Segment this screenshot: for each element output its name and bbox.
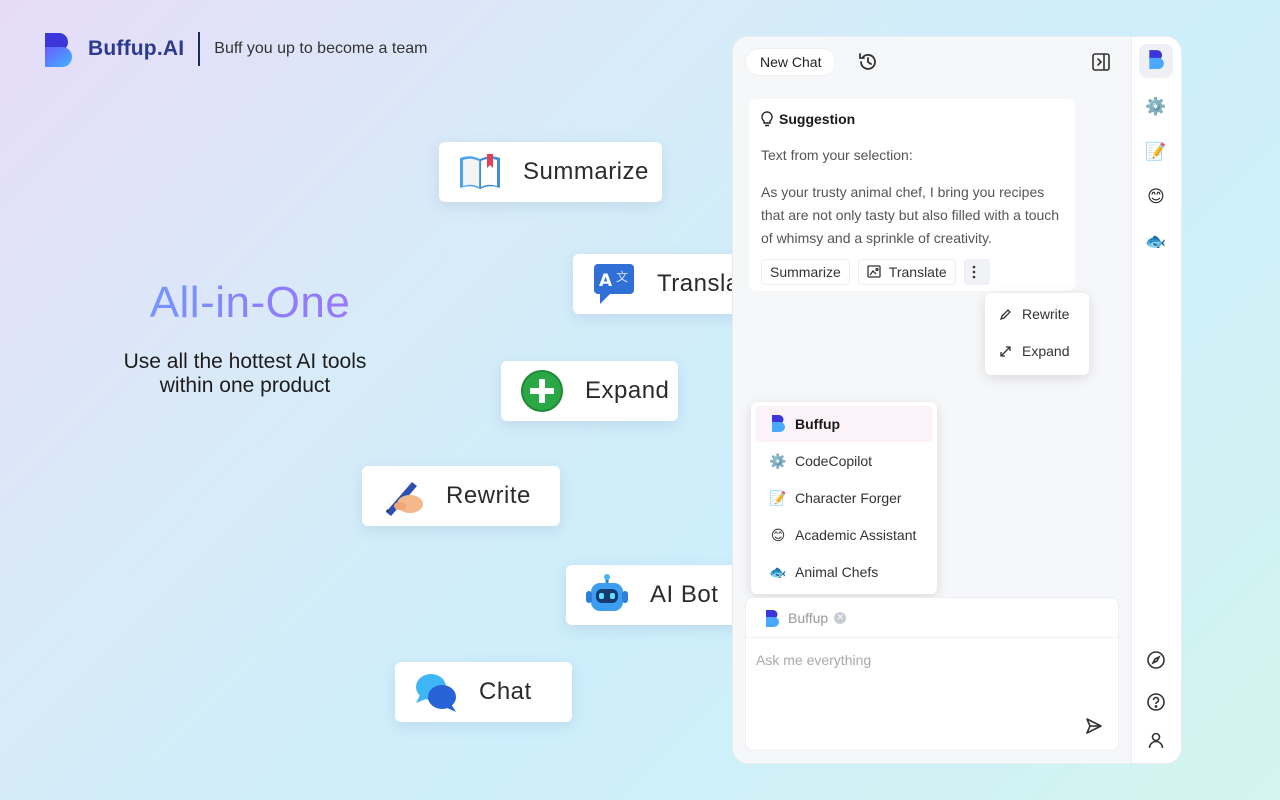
smile-icon: 😊	[770, 526, 786, 543]
open-book-icon	[457, 149, 503, 195]
suggestion-title: Suggestion	[779, 111, 856, 127]
bot-item-buffup[interactable]: Buffup	[755, 406, 933, 442]
feature-label: AI Bot	[650, 581, 719, 608]
hero-subtitle: Use all the hottest AI tools within one …	[0, 350, 490, 398]
new-chat-button[interactable]: New Chat	[745, 48, 837, 76]
memo-icon: 📝	[769, 489, 787, 506]
gear-icon: ⚙️	[1145, 97, 1167, 116]
rail-bot-buffup[interactable]	[1139, 44, 1173, 78]
translate-icon: A 文	[591, 261, 637, 307]
summarize-action-label: Summarize	[770, 264, 841, 280]
fish-icon: 🐟	[769, 563, 787, 580]
selected-bot-bar: Buffup ✕	[746, 598, 1118, 638]
bot-item-codecopilot[interactable]: ⚙️ CodeCopilot	[755, 443, 933, 479]
chat-composer: Buffup ✕	[745, 597, 1119, 751]
feature-card-chat[interactable]: Chat	[395, 662, 572, 722]
feature-card-ai-bot[interactable]: AI Bot	[566, 565, 747, 625]
brand-divider	[198, 32, 201, 66]
history-icon[interactable]	[857, 51, 879, 73]
more-vertical-icon	[972, 265, 975, 279]
suggestion-card: Suggestion Text from your selection: As …	[749, 99, 1075, 291]
hero-title: All-in-One	[0, 278, 500, 328]
rail-bot-academic-assistant[interactable]: 😊	[1139, 180, 1173, 214]
menu-item-expand[interactable]: Expand	[999, 341, 1069, 361]
translate-action-button[interactable]: Translate	[857, 259, 956, 285]
translate-action-label: Translate	[888, 264, 947, 280]
profile-button[interactable]	[1139, 723, 1173, 757]
buffup-logo-icon	[769, 414, 787, 435]
bot-rail: ⚙️ 📝 😊 🐟	[1131, 37, 1181, 763]
suggestion-header: Suggestion	[761, 111, 855, 127]
bot-item-label: CodeCopilot	[795, 453, 873, 469]
collapse-sidebar-icon[interactable]	[1090, 51, 1112, 73]
bot-item-label: Buffup	[795, 416, 841, 432]
user-icon	[1148, 732, 1164, 749]
writing-hand-icon	[380, 473, 426, 519]
bot-item-label: Character Forger	[795, 490, 902, 506]
brand-header: Buffup.AI Buff you up to become a team	[42, 30, 427, 68]
compass-icon	[1147, 651, 1165, 669]
smile-icon: 😊	[1147, 187, 1165, 206]
plus-circle-icon	[519, 368, 565, 414]
suggestion-text: As your trusty animal chef, I bring you …	[761, 184, 1060, 246]
menu-item-label: Rewrite	[1022, 306, 1070, 322]
hero-subtitle-line2: within one product	[159, 374, 331, 397]
feature-card-summarize[interactable]: Summarize	[439, 142, 662, 202]
bot-item-label: Academic Assistant	[795, 527, 917, 543]
send-icon[interactable]	[1084, 716, 1104, 736]
pen-icon	[999, 308, 1011, 320]
bot-item-label: Animal Chefs	[795, 564, 879, 580]
image-translate-icon	[867, 265, 881, 278]
clear-bot-icon[interactable]: ✕	[834, 611, 847, 624]
feature-card-expand[interactable]: Expand	[501, 361, 678, 421]
assistant-panel: New Chat Suggestion Text from your selec…	[732, 36, 1182, 764]
lightbulb-icon	[761, 111, 773, 127]
more-actions-menu: Rewrite Expand	[985, 293, 1089, 375]
feature-label: Expand	[585, 377, 670, 404]
rail-bot-codecopilot[interactable]: ⚙️	[1139, 90, 1173, 124]
help-button[interactable]	[1139, 685, 1173, 719]
feature-card-rewrite[interactable]: Rewrite	[362, 466, 560, 526]
fish-icon: 🐟	[1145, 232, 1167, 251]
feature-label: Summarize	[523, 158, 649, 185]
help-icon	[1147, 693, 1165, 711]
robot-icon	[584, 572, 630, 618]
buffup-logo-icon	[764, 609, 780, 627]
buffup-logo-icon[interactable]	[42, 31, 76, 67]
chat-input[interactable]	[756, 652, 1096, 668]
rail-bot-character-forger[interactable]: 📝	[1139, 135, 1173, 169]
menu-item-label: Expand	[1022, 343, 1070, 359]
rail-bot-animal-chefs[interactable]: 🐟	[1139, 225, 1173, 259]
summarize-action-button[interactable]: Summarize	[761, 259, 850, 285]
speech-bubbles-icon	[413, 669, 459, 715]
buffup-logo-icon	[1147, 49, 1165, 74]
hero-subtitle-line1: Use all the hottest AI tools	[123, 350, 367, 373]
feature-label: Chat	[479, 678, 532, 705]
expand-arrows-icon	[1000, 345, 1011, 357]
brand-tagline: Buff you up to become a team	[214, 40, 428, 57]
bot-item-character-forger[interactable]: 📝 Character Forger	[755, 480, 933, 516]
bot-item-animal-chefs[interactable]: 🐟 Animal Chefs	[755, 554, 933, 590]
feature-label: Rewrite	[446, 482, 531, 509]
memo-icon: 📝	[1145, 142, 1167, 161]
svg-text:文: 文	[616, 269, 628, 284]
explore-button[interactable]	[1139, 643, 1173, 677]
svg-text:A: A	[599, 271, 613, 291]
bot-item-academic-assistant[interactable]: 😊 Academic Assistant	[755, 517, 933, 553]
menu-item-rewrite[interactable]: Rewrite	[999, 304, 1069, 324]
suggestion-label: Text from your selection:	[761, 147, 913, 163]
suggestion-actions: Summarize Translate	[761, 259, 998, 285]
more-actions-button[interactable]	[963, 259, 990, 285]
bot-selector-menu: Buffup ⚙️ CodeCopilot 📝 Character Forger…	[751, 402, 937, 594]
gear-icon: ⚙️	[769, 452, 787, 469]
selected-bot-name: Buffup	[788, 609, 829, 626]
brand-name: Buffup.AI	[88, 37, 185, 60]
